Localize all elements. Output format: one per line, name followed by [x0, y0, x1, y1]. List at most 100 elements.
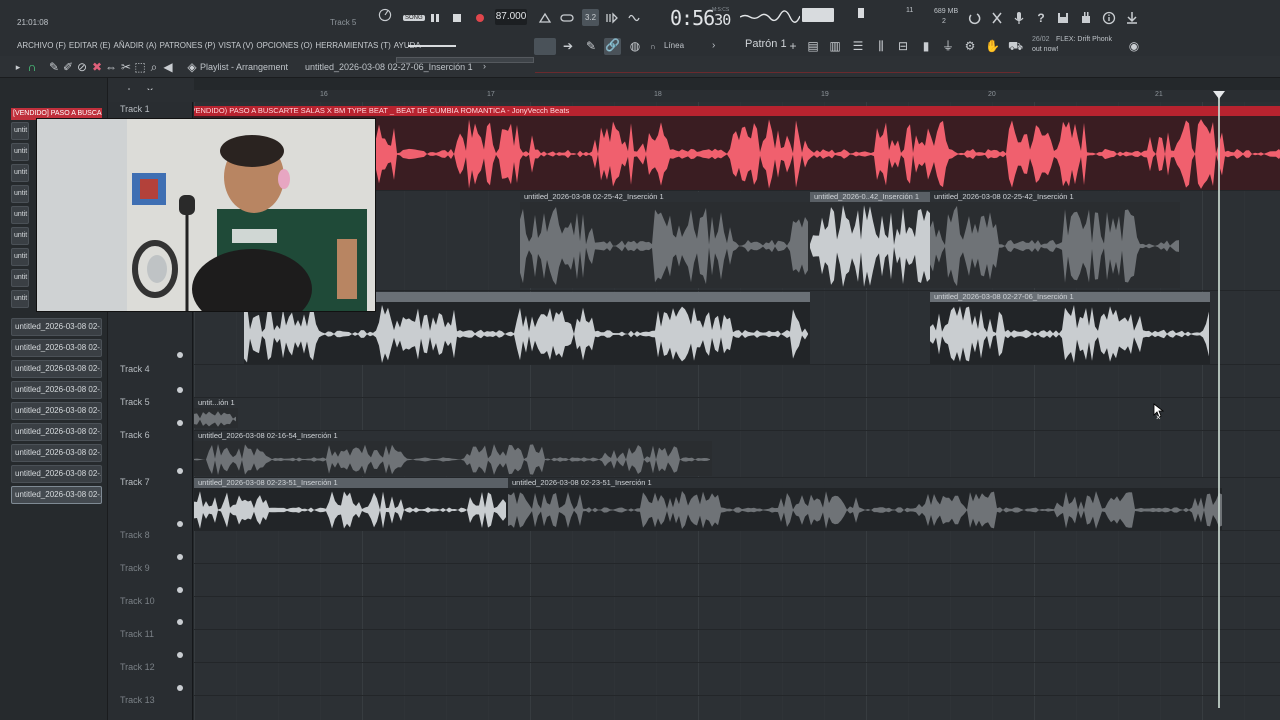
- menu-item-3[interactable]: PATRONES (P): [160, 41, 216, 50]
- view-playlist-button[interactable]: [534, 38, 556, 55]
- picker-clip-item[interactable]: untitled_2026-03-08 02-...: [11, 486, 102, 504]
- add-pattern-icon[interactable]: +: [786, 39, 800, 53]
- picker-clip-item[interactable]: untitled_2026-03-08 02-...: [11, 381, 102, 399]
- help-icon[interactable]: ?: [1034, 11, 1048, 25]
- tempo-display[interactable]: 87.000: [495, 9, 527, 25]
- save-icon[interactable]: [1056, 11, 1070, 25]
- track-mute-dot[interactable]: [177, 420, 183, 426]
- plug-icon[interactable]: ⏚: [941, 39, 955, 53]
- picker-clip-item[interactable]: untitled_2026-03-08 02-...: [11, 318, 102, 336]
- cart-icon[interactable]: ⛟: [1008, 39, 1023, 53]
- pause-icon[interactable]: [428, 11, 442, 25]
- plugin-icon[interactable]: [1079, 11, 1093, 25]
- news-subline[interactable]: out now!: [1032, 46, 1058, 53]
- tools-icon[interactable]: ⚙: [963, 39, 977, 53]
- master-pitch-slider[interactable]: [858, 8, 864, 18]
- track-label[interactable]: Track 12: [120, 662, 155, 672]
- track-mute-dot[interactable]: [177, 652, 183, 658]
- playlist-breadcrumb[interactable]: untitled_2026-03-08 02-27-06_Inserción 1: [305, 62, 473, 72]
- track-label[interactable]: Track 9: [120, 563, 150, 573]
- paint-tool-icon[interactable]: ✐: [61, 60, 75, 74]
- track-label[interactable]: Track 6: [120, 430, 150, 440]
- picker-mini-item[interactable]: untit: [11, 227, 29, 245]
- track-label[interactable]: Track 1: [120, 104, 150, 114]
- microphone-icon[interactable]: [1012, 11, 1026, 25]
- undo-icon[interactable]: [967, 11, 981, 25]
- master-volume-slider[interactable]: [802, 8, 834, 22]
- metronome-icon[interactable]: [538, 11, 552, 25]
- picker-mini-item[interactable]: untit: [11, 185, 29, 203]
- track-label[interactable]: Track 8: [120, 530, 150, 540]
- menu-item-0[interactable]: ARCHIVO (F): [17, 41, 66, 50]
- snap-mode-select[interactable]: Línea: [664, 41, 684, 50]
- picker-mini-item[interactable]: untit: [11, 122, 29, 140]
- record-icon[interactable]: [473, 11, 487, 25]
- document-icon[interactable]: ▮: [919, 39, 933, 53]
- picker-mini-item[interactable]: untit: [11, 164, 29, 182]
- picker-mini-item[interactable]: untit: [11, 206, 29, 224]
- wait-for-input-icon[interactable]: [560, 11, 574, 25]
- browser-tree-icon[interactable]: ⊟: [896, 39, 910, 53]
- track-mute-dot[interactable]: [177, 685, 183, 691]
- track-mute-dot[interactable]: [177, 554, 183, 560]
- track-mute-dot[interactable]: [177, 521, 183, 527]
- news-headline[interactable]: FLEX: Drift Phonk: [1056, 36, 1112, 43]
- magnet-icon[interactable]: ∩: [25, 60, 39, 74]
- mute-tool-icon[interactable]: ✖: [90, 60, 104, 74]
- picker-clip-item[interactable]: untitled_2026-03-08 02-...: [11, 423, 102, 441]
- online-globe-icon[interactable]: ◉: [1127, 39, 1141, 53]
- stop-icon[interactable]: [450, 11, 464, 25]
- song-mode-toggle[interactable]: SONG: [403, 15, 425, 21]
- slip-tool-icon[interactable]: ⇔: [104, 60, 118, 74]
- track-label[interactable]: Track 11: [120, 629, 154, 639]
- vocal-clip-t3b[interactable]: untitled_2026-03-08 02-27-06_Inserción 1: [930, 292, 1210, 364]
- vocal-clip-muted[interactable]: untitled_2026-03-08 02-25-42_Inserción 1: [520, 192, 810, 288]
- delete-tool-icon[interactable]: ⊘: [75, 60, 89, 74]
- menu-arrow-icon[interactable]: ▸: [11, 60, 25, 74]
- track-mute-dot[interactable]: [177, 468, 183, 474]
- loop-record-icon[interactable]: [627, 11, 641, 25]
- playhead-marker[interactable]: [1213, 91, 1225, 99]
- main-pitch-slider[interactable]: [408, 45, 456, 47]
- menu-item-4[interactable]: VISTA (V): [218, 41, 253, 50]
- picker-clip-item[interactable]: untitled_2026-03-08 02-...: [11, 339, 102, 357]
- download-icon[interactable]: [1125, 11, 1139, 25]
- pencil-icon[interactable]: ✎: [584, 39, 598, 53]
- track-label[interactable]: Track 4: [120, 364, 150, 374]
- arrow-right-icon[interactable]: ➔: [561, 39, 575, 53]
- info-icon[interactable]: [1102, 11, 1116, 25]
- cut-icon[interactable]: [990, 11, 1004, 25]
- vocal-clip-t7a[interactable]: untitled_2026-03-08 02-23-51_Inserción 1: [194, 478, 508, 530]
- menu-item-2[interactable]: AÑADIR (A): [114, 41, 157, 50]
- track-label[interactable]: Track 7: [120, 477, 150, 487]
- step-edit-icon[interactable]: [605, 11, 619, 25]
- timeline-ruler[interactable]: 16 17 18 19 20 21: [108, 90, 1280, 102]
- picker-mini-item[interactable]: untit: [11, 290, 29, 308]
- pattern-selector[interactable]: Patrón 1: [745, 38, 787, 50]
- channel-rack-icon[interactable]: ☰: [851, 39, 865, 53]
- draw-tool-icon[interactable]: ✎: [47, 60, 61, 74]
- picker-clip-item[interactable]: untitled_2026-03-08 02-...: [11, 360, 102, 378]
- playlist-scrollbar[interactable]: [396, 57, 534, 63]
- picker-mini-item[interactable]: untit: [11, 248, 29, 266]
- zoom-tool-icon[interactable]: ⌕: [147, 60, 161, 74]
- link-icon[interactable]: 🔗: [604, 38, 621, 55]
- slice-tool-icon[interactable]: ✂: [119, 60, 133, 74]
- track-mute-dot[interactable]: [177, 352, 183, 358]
- vocal-clip-t5[interactable]: untit...ión 1: [194, 398, 238, 428]
- select-tool-icon[interactable]: ⬚: [133, 60, 147, 74]
- track-label[interactable]: Track 10: [120, 596, 155, 606]
- bell-icon[interactable]: ◍: [628, 39, 642, 53]
- metronome-knob-icon[interactable]: [375, 8, 395, 28]
- track-mute-dot[interactable]: [177, 387, 183, 393]
- picker-clip-item[interactable]: untitled_2026-03-08 02-...: [11, 402, 102, 420]
- picker-clip-item[interactable]: untitled_2026-03-08 02-...: [11, 444, 102, 462]
- hand-icon[interactable]: ✋: [985, 39, 1000, 53]
- picker-mini-item[interactable]: untit: [11, 143, 29, 161]
- menu-item-1[interactable]: EDITAR (E): [69, 41, 111, 50]
- menu-item-5[interactable]: OPCIONES (O): [256, 41, 312, 50]
- mixer-icon[interactable]: ⫼: [874, 39, 888, 53]
- vocal-clip-selected[interactable]: untitled_2026-0..42_Inserción 1: [810, 192, 930, 288]
- piano-roll-icon[interactable]: ▥: [828, 39, 842, 53]
- vocal-clip-muted-2[interactable]: untitled_2026-03-08 02-25-42_Inserción 1: [930, 192, 1180, 288]
